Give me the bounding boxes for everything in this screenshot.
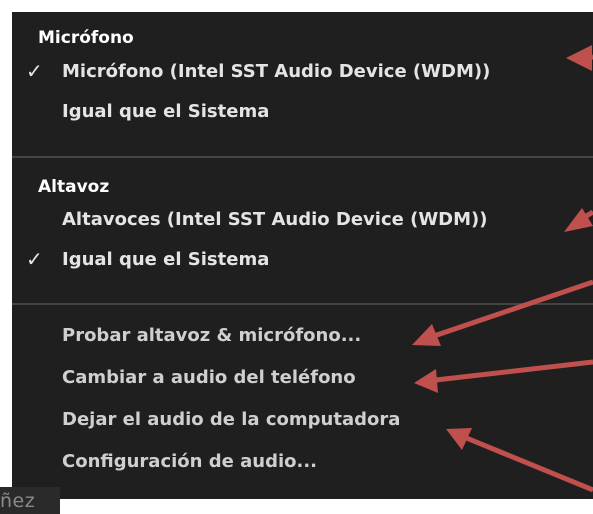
menu-divider [12, 303, 593, 305]
audio-dropdown-menu: Micrófono ✓ Micrófono (Intel SST Audio D… [12, 12, 593, 499]
menu-divider [12, 156, 593, 158]
menu-item-audio-settings[interactable]: Configuración de audio... [62, 451, 317, 472]
menu-item-microphone-same-as-system[interactable]: Igual que el Sistema [62, 101, 269, 122]
screenshot-stage: Micrófono ✓ Micrófono (Intel SST Audio D… [0, 0, 593, 514]
background-window-fragment: ñez [0, 487, 60, 514]
checkmark-icon: ✓ [26, 59, 43, 83]
background-text-fragment: ñez [0, 490, 36, 512]
menu-item-microphone-intel[interactable]: Micrófono (Intel SST Audio Device (WDM)) [62, 61, 490, 82]
menu-item-leave-computer-audio[interactable]: Dejar el audio de la computadora [62, 409, 400, 430]
menu-item-test-speaker-mic[interactable]: Probar altavoz & micrófono... [62, 325, 361, 346]
speaker-section-header: Altavoz [38, 177, 110, 197]
menu-item-speaker-same-as-system[interactable]: Igual que el Sistema [62, 249, 269, 270]
microphone-section-header: Micrófono [38, 28, 134, 48]
checkmark-icon: ✓ [26, 247, 43, 271]
menu-item-speaker-intel[interactable]: Altavoces (Intel SST Audio Device (WDM)) [62, 209, 487, 230]
menu-item-switch-to-phone-audio[interactable]: Cambiar a audio del teléfono [62, 367, 356, 388]
